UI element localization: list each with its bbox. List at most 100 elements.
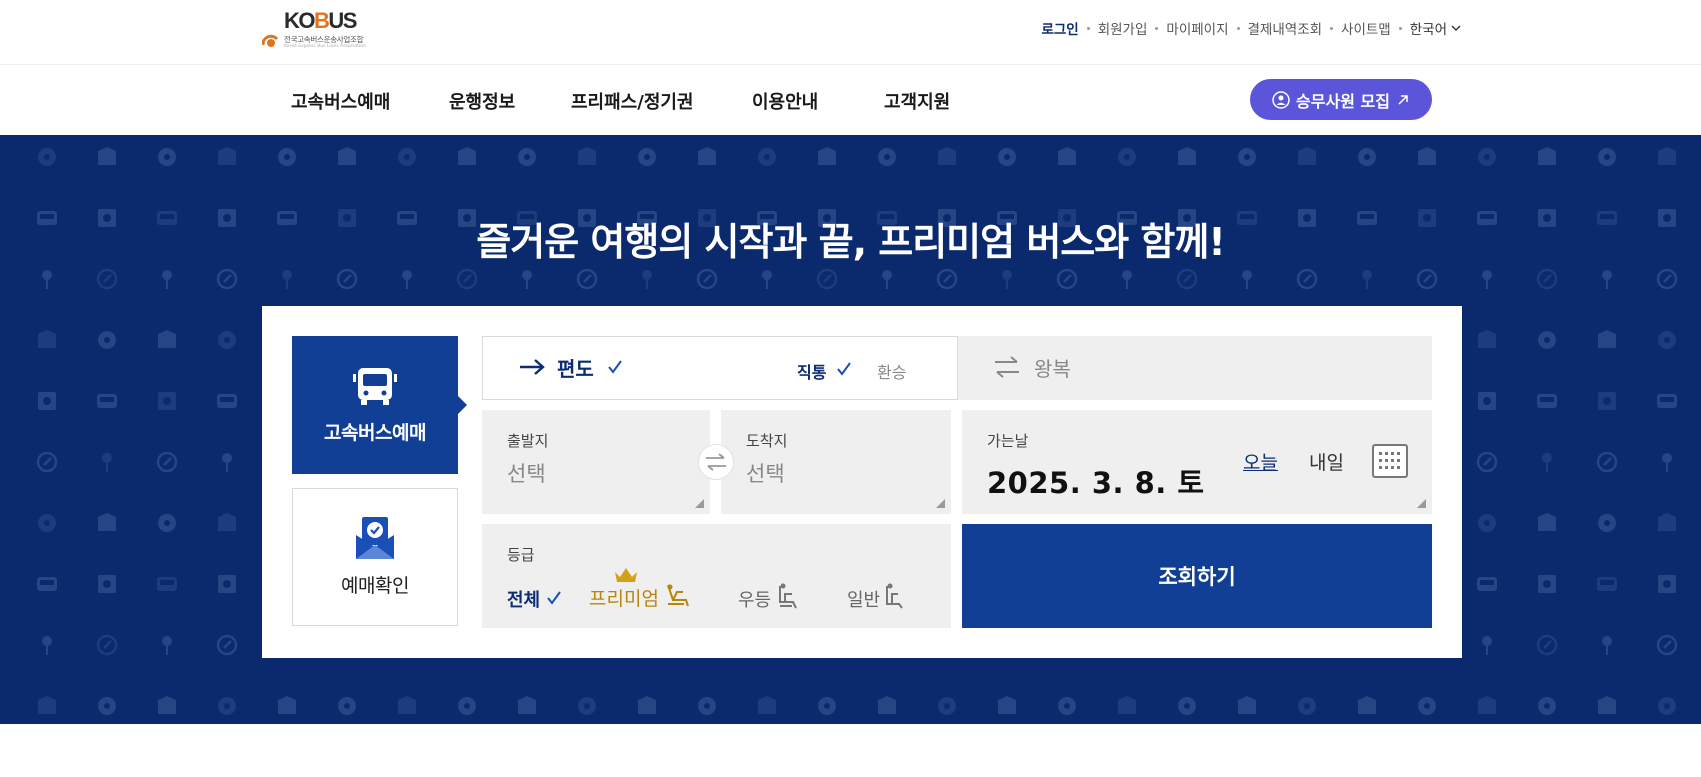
pattern-icon <box>278 696 296 714</box>
date-field[interactable]: 가는날 2025. 3. 8. 토 오늘 내일 <box>962 410 1432 514</box>
check-icon <box>837 362 851 376</box>
pattern-icon <box>1538 147 1556 165</box>
pattern-icon <box>1658 147 1676 165</box>
direct-option[interactable]: 직통 <box>797 359 826 383</box>
pattern-icon <box>1656 268 1678 290</box>
pattern-icon <box>1598 148 1616 166</box>
pattern-icon <box>38 514 56 532</box>
pattern-icon <box>98 697 116 715</box>
pattern-icon <box>1482 270 1492 289</box>
grade-premium-option[interactable]: 프리미엄 <box>589 584 659 611</box>
nav-item-operation-info[interactable]: 운행정보 <box>449 88 515 114</box>
pattern-icon <box>1058 147 1076 165</box>
pattern-icon <box>998 696 1016 714</box>
grade-general-option[interactable]: 일반 <box>847 586 880 612</box>
pattern-icon <box>156 451 178 473</box>
nav-item-support[interactable]: 고객지원 <box>884 88 950 114</box>
pattern-icon <box>398 148 416 166</box>
pattern-icon <box>1358 696 1376 714</box>
calendar-icon[interactable] <box>1372 444 1408 478</box>
pattern-icon <box>38 696 56 714</box>
language-label: 한국어 <box>1409 22 1447 38</box>
pattern-icon <box>638 696 656 714</box>
pattern-icon <box>1478 148 1496 166</box>
pattern-icon <box>1298 147 1316 165</box>
pattern-icon <box>1118 148 1136 166</box>
arrival-label: 도착지 <box>746 432 788 450</box>
tab-reservation-confirm-label: 예매확인 <box>341 575 409 597</box>
pattern-icon <box>1358 148 1376 166</box>
corner-indicator <box>1417 499 1426 508</box>
pattern-icon <box>278 148 296 166</box>
pattern-icon <box>338 697 356 715</box>
pattern-icon <box>1296 268 1318 290</box>
arrow-right-icon <box>520 359 545 375</box>
pattern-icon <box>1598 392 1616 410</box>
sitemap-link[interactable]: 사이트맵 <box>1341 18 1391 38</box>
pattern-icon <box>1658 575 1676 593</box>
grade-label: 등급 <box>507 546 535 564</box>
nav-item-reservation[interactable]: 고속버스예매 <box>291 88 390 114</box>
recruit-button[interactable]: 승무사원 모집 <box>1250 79 1432 120</box>
departure-value: 선택 <box>507 462 546 486</box>
pattern-icon <box>1478 514 1496 532</box>
tab-bus-reservation[interactable]: 고속버스예매 <box>292 336 467 474</box>
grade-all-option[interactable]: 전체 <box>507 586 540 612</box>
pattern-icon <box>158 696 176 714</box>
pattern-icon <box>38 148 56 166</box>
pattern-icon <box>1538 331 1556 349</box>
pattern-icon <box>1656 634 1678 656</box>
arrival-field[interactable]: 도착지 선택 <box>721 410 951 514</box>
corner-indicator <box>936 499 945 508</box>
swap-locations-button[interactable] <box>698 444 734 480</box>
pattern-icon <box>1657 394 1677 408</box>
pattern-icon <box>1482 636 1492 655</box>
pattern-icon <box>218 147 236 165</box>
language-select[interactable]: 한국어 <box>1410 18 1461 38</box>
kobus-logo[interactable]: KOBUS 전국고속버스운송사업조합 Korea Express Bus Lin… <box>262 8 372 52</box>
pattern-icon <box>1418 147 1436 165</box>
pattern-icon <box>1536 268 1558 290</box>
pattern-icon <box>456 268 478 290</box>
pattern-icon <box>818 147 836 165</box>
oneway-option[interactable]: 편도 직통 환승 <box>482 336 958 400</box>
pattern-icon <box>1476 451 1498 473</box>
recruit-label: 승무사원 모집 <box>1296 91 1390 111</box>
pattern-icon <box>818 697 836 715</box>
pattern-icon <box>96 268 118 290</box>
departure-field[interactable]: 출발지 선택 <box>482 410 710 514</box>
tomorrow-button[interactable]: 내일 <box>1309 448 1344 475</box>
pattern-icon <box>518 148 536 166</box>
mypage-link[interactable]: 마이페이지 <box>1166 18 1228 38</box>
pattern-icon <box>98 575 116 593</box>
check-icon <box>547 591 561 605</box>
roundtrip-option[interactable]: 왕복 <box>958 336 1432 400</box>
corner-indicator <box>695 499 704 508</box>
separator-dot <box>1086 26 1090 30</box>
nav-item-freepass[interactable]: 프리패스/정기권 <box>571 88 694 114</box>
pattern-icon <box>758 696 776 714</box>
payment-history-link[interactable]: 결제내역조회 <box>1248 18 1323 38</box>
nav-item-guide[interactable]: 이용안내 <box>752 88 818 114</box>
tab-reservation-confirm[interactable]: 예매확인 <box>292 488 458 626</box>
pattern-icon <box>938 697 956 715</box>
pattern-icon <box>42 636 52 655</box>
pattern-icon <box>1118 696 1136 714</box>
transfer-option[interactable]: 환승 <box>877 359 906 383</box>
pattern-icon <box>38 392 56 410</box>
today-button[interactable]: 오늘 <box>1243 448 1278 475</box>
search-button[interactable]: 조회하기 <box>962 524 1432 628</box>
pattern-icon <box>576 268 598 290</box>
pattern-icon <box>816 268 838 290</box>
pattern-icon <box>642 270 652 289</box>
login-link[interactable]: 로그인 <box>1041 18 1078 38</box>
logo-subtitle-small: Korea Express Bus Lines Association <box>284 44 366 49</box>
pattern-icon <box>216 268 238 290</box>
pattern-icon <box>698 697 716 715</box>
swap-arrows-icon <box>706 453 726 471</box>
grade-first-option[interactable]: 우등 <box>738 586 771 612</box>
pattern-icon <box>402 270 412 289</box>
pattern-icon <box>338 147 356 165</box>
signup-link[interactable]: 회원가입 <box>1098 18 1148 38</box>
pattern-icon <box>1597 577 1617 591</box>
